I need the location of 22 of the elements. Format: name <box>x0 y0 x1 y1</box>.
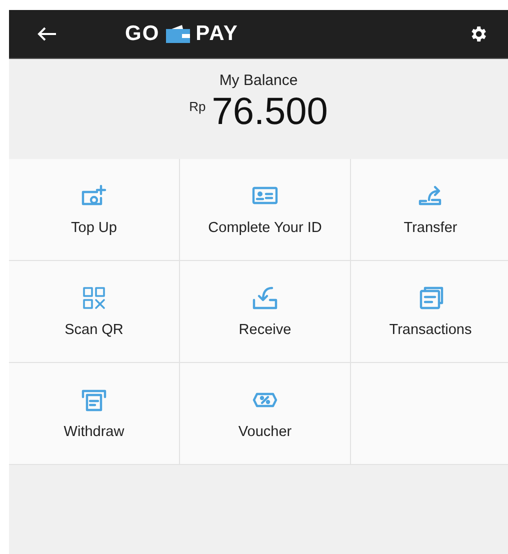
menu-tile[interactable]: Top Up <box>9 159 179 260</box>
wallet-icon <box>166 25 190 43</box>
menu-tile[interactable]: Voucher <box>180 363 350 464</box>
balance-label: My Balance <box>219 72 298 89</box>
qr-code-icon <box>81 286 107 310</box>
logo-text: PAY <box>196 22 238 46</box>
send-arrow-icon <box>418 184 444 208</box>
currency-symbol: Rp <box>189 99 206 114</box>
logo-text: GO <box>125 22 160 46</box>
back-arrow-icon <box>37 26 57 42</box>
document-stack-icon <box>418 286 444 310</box>
menu-tile[interactable]: Transactions <box>351 261 508 362</box>
back-button[interactable] <box>37 26 57 42</box>
receive-tray-icon <box>252 286 278 310</box>
menu-tile[interactable]: Receive <box>180 261 350 362</box>
menu-tile[interactable]: Transfer <box>351 159 508 260</box>
menu-tile[interactable]: Withdraw <box>9 363 179 464</box>
menu-tile[interactable]: Complete Your ID <box>180 159 350 260</box>
balance-amount: 76.500 <box>212 91 328 133</box>
menu-tile[interactable]: Scan QR <box>9 261 179 362</box>
wallet-plus-icon <box>81 184 107 208</box>
cash-machine-icon <box>81 388 107 412</box>
